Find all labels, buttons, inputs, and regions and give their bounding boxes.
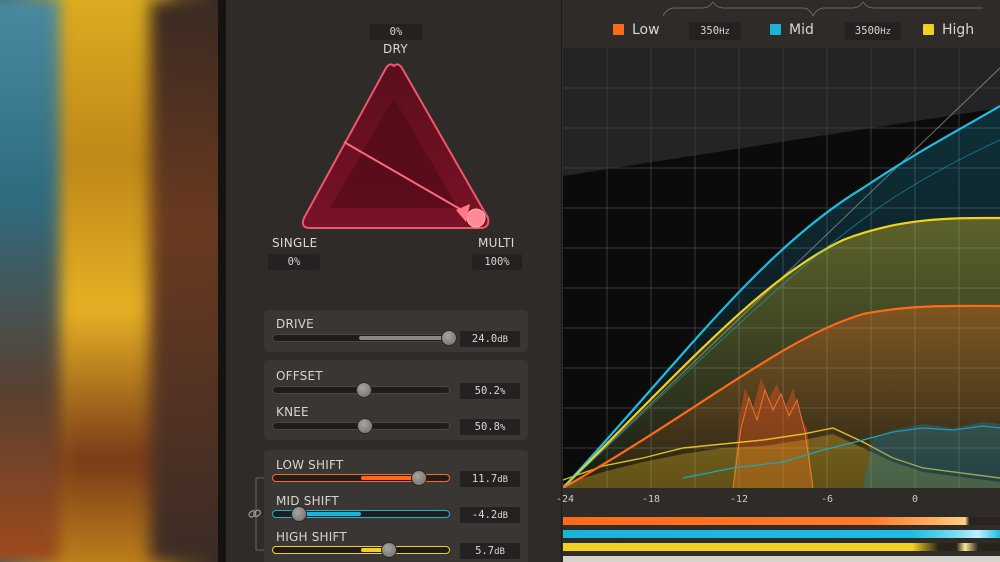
controls-column: 0% DRY SINGLE 0% MULTI 100% DRIVE 24.0dB… [226,0,562,562]
low-meter [563,517,1000,525]
mid-shift-knob[interactable] [291,506,307,522]
single-label: SINGLE [272,236,318,250]
drive-slider[interactable] [272,330,457,346]
high-shift-label: HIGH SHIFT [276,530,347,544]
mid-shift-label: MID SHIFT [276,494,339,508]
mode-triangle[interactable] [294,58,494,238]
legend-low[interactable]: Low [613,22,660,38]
crossover-2-value[interactable]: 3500Hz [845,22,901,40]
offset-knob[interactable] [356,382,372,398]
output-meter [563,556,1000,562]
drive-label: DRIVE [276,317,314,331]
offset-value[interactable]: 50.2% [460,383,520,399]
dry-value[interactable]: 0% [370,24,422,40]
crossover-brackets [663,2,983,17]
drive-group: DRIVE 24.0dB [264,310,528,352]
link-icon[interactable] [247,506,263,522]
x-tick-label: -12 [729,494,749,505]
legend-mid[interactable]: Mid [770,22,814,38]
knee-slider[interactable] [272,418,450,434]
low-shift-label: LOW SHIFT [276,458,344,472]
shift-group: LOW SHIFT 11.7dB MID SHIFT -4.2dB HIGH S… [264,450,528,562]
crossover-1-value[interactable]: 350Hz [689,22,741,40]
offset-label: OFFSET [276,369,323,383]
dry-label: DRY [383,42,409,56]
offset-knee-group: OFFSET 50.2% KNEE 50.8% [264,360,528,440]
knee-knob[interactable] [357,418,373,434]
drive-value[interactable]: 24.0dB [460,331,520,347]
multi-value[interactable]: 100% [472,254,522,270]
mid-shift-value[interactable]: -4.2dB [460,507,520,523]
x-tick-label: -24 [555,494,575,505]
offset-slider[interactable] [272,382,450,398]
high-shift-slider[interactable] [272,542,450,558]
x-tick-label: -6 [820,494,834,505]
low-shift-knob[interactable] [411,470,427,486]
low-shift-value[interactable]: 11.7dB [460,471,520,487]
mid-shift-slider[interactable] [272,506,450,522]
window-edge [218,0,226,562]
knee-label: KNEE [276,405,309,419]
triangle-handle [466,208,486,228]
transfer-plot[interactable] [563,48,1000,488]
background-blur [0,0,222,562]
legend-high[interactable]: High [923,22,974,38]
high-shift-value[interactable]: 5.7dB [460,543,520,559]
high-shift-knob[interactable] [381,542,397,558]
low-shift-slider[interactable] [272,470,450,486]
single-value[interactable]: 0% [268,254,320,270]
drive-knob[interactable] [441,330,457,346]
mid-meter [563,530,1000,538]
x-tick-label: 0 [911,494,919,505]
knee-value[interactable]: 50.8% [460,419,520,435]
plugin-panel: 0% DRY SINGLE 0% MULTI 100% DRIVE 24.0dB… [226,0,1000,562]
graph-area: Low 350Hz Mid 3500Hz High -24 -18 -12 -6… [556,0,1000,562]
x-tick-label: -18 [641,494,661,505]
high-meter [563,543,1000,551]
multi-label: MULTI [478,236,515,250]
